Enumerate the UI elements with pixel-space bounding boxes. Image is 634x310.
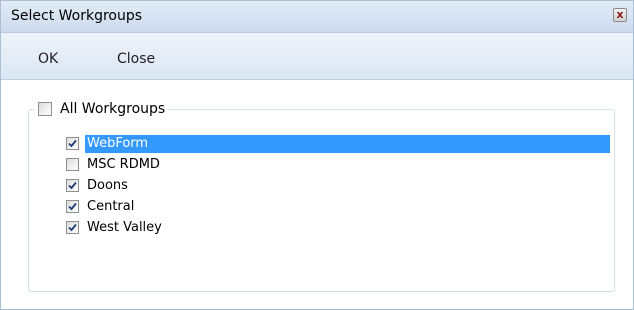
workgroup-list: WebForm MSC RDMD Doons Central West Vall… (63, 133, 610, 238)
title-bar[interactable]: Select Workgroups x (1, 1, 633, 33)
workgroup-checkbox[interactable] (66, 221, 79, 234)
list-item[interactable]: WebForm (63, 133, 610, 154)
workgroup-checkbox[interactable] (66, 179, 79, 192)
workgroup-checkbox[interactable] (66, 137, 79, 150)
checkmark-icon (68, 223, 77, 232)
select-workgroups-dialog: Select Workgroups x OK Close All Workgro… (0, 0, 634, 310)
workgroup-label: Central (87, 198, 135, 214)
workgroup-label: Doons (87, 177, 128, 193)
workgroup-label: WebForm (85, 134, 610, 153)
workgroup-label: MSC RDMD (87, 156, 160, 172)
list-item[interactable]: Doons (63, 175, 610, 196)
checkmark-icon (68, 181, 77, 190)
list-item[interactable]: Central (63, 196, 610, 217)
checkmark-icon (68, 139, 77, 148)
all-workgroups-header[interactable]: All Workgroups (34, 100, 170, 118)
ok-button[interactable]: OK (38, 51, 58, 67)
close-icon: x (616, 8, 624, 21)
checkmark-icon (68, 202, 77, 211)
window-close-button[interactable]: x (613, 8, 627, 22)
all-workgroups-label: All Workgroups (60, 101, 166, 117)
list-item[interactable]: MSC RDMD (63, 154, 610, 175)
toolbar: OK Close (1, 33, 633, 80)
window-title: Select Workgroups (11, 8, 143, 24)
workgroup-label: West Valley (87, 219, 162, 235)
all-workgroups-checkbox[interactable] (38, 102, 52, 116)
workgroup-checkbox[interactable] (66, 200, 79, 213)
list-item[interactable]: West Valley (63, 217, 610, 238)
close-button[interactable]: Close (117, 51, 155, 67)
dialog-content: All Workgroups WebForm MSC RDMD Doons Ce… (1, 80, 633, 309)
workgroup-checkbox[interactable] (66, 158, 79, 171)
